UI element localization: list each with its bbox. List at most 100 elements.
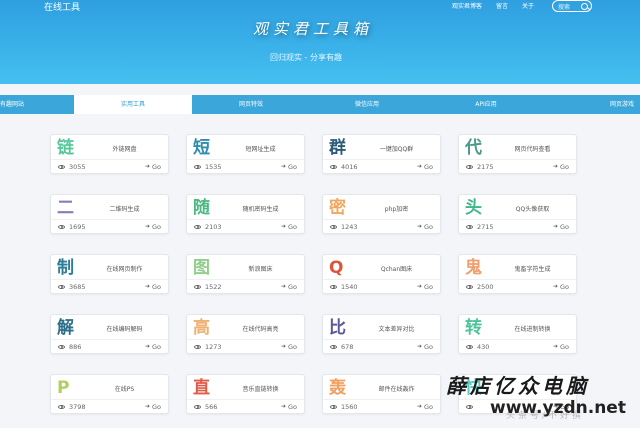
go-button[interactable]: ➜ Go xyxy=(553,163,569,171)
go-button[interactable]: ➜ Go xyxy=(417,283,433,291)
tool-card[interactable]: 头 QQ头像获取 2715 ➜ Go xyxy=(458,194,577,234)
tool-glyph: 二 xyxy=(57,198,74,218)
go-button[interactable]: ➜ Go xyxy=(145,403,161,411)
tool-name[interactable]: 短网址生成 xyxy=(221,144,300,153)
tool-name[interactable]: 在线进制转换 xyxy=(493,324,572,333)
nav-about-link[interactable]: 关于 xyxy=(522,1,534,10)
tool-card[interactable]: 比 文本差异对比 678 ➜ Go xyxy=(322,314,441,354)
tool-card-footer: 1560 ➜ Go xyxy=(323,399,440,413)
view-count: 430 xyxy=(477,342,490,351)
go-label: Go xyxy=(287,162,297,171)
tool-card[interactable]: 鬼 鬼畜字符生成 2500 ➜ Go xyxy=(458,254,577,294)
tool-name[interactable]: php加密 xyxy=(357,204,436,213)
go-button[interactable]: ➜ Go xyxy=(281,283,297,291)
tool-name[interactable]: 文本差异对比 xyxy=(357,324,436,333)
tool-card[interactable]: 轰邮件在线轰炸 1560 ➜ Go xyxy=(322,374,441,414)
tab-wechat-apps[interactable]: 微信应用 xyxy=(310,95,424,114)
site-name[interactable]: 在线工具 xyxy=(44,0,80,13)
tool-glyph: 代 xyxy=(465,138,482,158)
tool-card[interactable]: 随 随机密码生成 2103 ➜ Go xyxy=(186,194,305,234)
go-button[interactable]: ➜ Go xyxy=(553,223,569,231)
eye-icon xyxy=(466,164,473,169)
tool-card[interactable]: 短 短网址生成 1535 ➜ Go xyxy=(186,134,305,174)
search-placeholder: 搜索 xyxy=(558,3,571,11)
go-button[interactable]: ➜ Go xyxy=(145,163,161,171)
go-button[interactable]: ➜ Go xyxy=(145,343,161,351)
enter-icon: ➜ xyxy=(552,283,558,290)
tab-web-games[interactable]: 网页游戏 xyxy=(548,95,640,114)
eye-icon xyxy=(58,344,65,349)
enter-icon: ➜ xyxy=(144,343,150,350)
tool-name[interactable]: 新浪图床 xyxy=(221,264,300,273)
tab-web-effects[interactable]: 网页特效 xyxy=(192,95,310,114)
tool-name[interactable]: 邮件在线轰炸 xyxy=(357,384,436,393)
search-input[interactable]: 搜索 xyxy=(552,0,592,12)
tool-name[interactable]: 随机密码生成 xyxy=(221,204,300,213)
tool-card[interactable]: 代 网页代码查看 2175 ➜ Go xyxy=(458,134,577,174)
tool-card[interactable]: 高 在线代码高亮 1273 ➜ Go xyxy=(186,314,305,354)
tool-card[interactable]: 制 在线网页制作 3685 ➜ Go xyxy=(50,254,169,294)
tool-card[interactable]: 二 二维码生成 1695 ➜ Go xyxy=(50,194,169,234)
enter-icon: ➜ xyxy=(144,403,150,410)
tool-card[interactable]: 解 在线编码解码 886 ➜ Go xyxy=(50,314,169,354)
view-count: 1540 xyxy=(341,282,358,291)
tool-card[interactable]: 群 一键加QQ群 4016 ➜ Go xyxy=(322,134,441,174)
tab-utility-tools[interactable]: 实用工具 xyxy=(74,95,192,114)
go-button[interactable]: ➜ Go xyxy=(281,403,297,411)
enter-icon: ➜ xyxy=(416,223,422,230)
go-button[interactable]: ➜ Go xyxy=(417,343,433,351)
tool-card-footer: 886 ➜ Go xyxy=(51,339,168,353)
view-count: 1560 xyxy=(341,402,358,411)
tool-name[interactable]: 在线代码高亮 xyxy=(221,324,300,333)
view-count: 2500 xyxy=(477,282,494,291)
view-count: 4016 xyxy=(341,162,358,171)
go-button[interactable]: ➜ Go xyxy=(417,163,433,171)
go-label: Go xyxy=(559,162,569,171)
enter-icon: ➜ xyxy=(280,283,286,290)
go-button[interactable]: ➜ Go xyxy=(281,343,297,351)
enter-icon: ➜ xyxy=(144,283,150,290)
tool-card-footer: 2715 ➜ Go xyxy=(459,219,576,233)
tool-card[interactable]: Q Qchan图床 1540 ➜ Go xyxy=(322,254,441,294)
tool-name[interactable]: 网页代码查看 xyxy=(493,144,572,153)
nav-blog-link[interactable]: 观实君博客 xyxy=(452,1,482,10)
tool-glyph: Q xyxy=(329,258,344,278)
go-button[interactable]: ➜ Go xyxy=(417,223,433,231)
tool-name[interactable]: QQ头像获取 xyxy=(493,204,572,213)
tool-name[interactable]: 在线PS xyxy=(85,384,164,393)
tool-card-footer: 1522 ➜ Go xyxy=(187,279,304,293)
tool-name[interactable]: Qchan图床 xyxy=(357,264,436,273)
tool-name[interactable]: 一键加QQ群 xyxy=(357,144,436,153)
tool-card[interactable]: 直 音乐直链转换 566 ➜ Go xyxy=(186,374,305,414)
tool-card[interactable]: 转 在线进制转换 430 ➜ Go xyxy=(458,314,577,354)
tool-name[interactable]: 音乐直链转换 xyxy=(221,384,300,393)
search-icon[interactable] xyxy=(581,2,588,10)
go-button[interactable]: ➜ Go xyxy=(553,343,569,351)
tool-card[interactable]: 图 新浪图床 1522 ➜ Go xyxy=(186,254,305,294)
go-label: Go xyxy=(559,222,569,231)
tab-api-apps[interactable]: API应用 xyxy=(424,95,548,114)
tool-glyph: 图 xyxy=(193,258,210,278)
tool-name[interactable]: 在线网页制作 xyxy=(85,264,164,273)
tool-glyph: 直 xyxy=(193,378,210,398)
tool-name[interactable]: 鬼畜字符生成 xyxy=(493,264,572,273)
tool-name[interactable]: 外链网盘 xyxy=(85,144,164,153)
nav-guestbook-link[interactable]: 留言 xyxy=(496,1,508,10)
view-count: 1535 xyxy=(205,162,222,171)
eye-icon xyxy=(194,224,201,229)
go-button[interactable]: ➜ Go xyxy=(145,283,161,291)
tool-glyph: 密 xyxy=(329,198,346,218)
go-button[interactable]: ➜ Go xyxy=(281,223,297,231)
eye-icon xyxy=(58,284,65,289)
tool-card[interactable]: 密 php加密 1243 ➜ Go xyxy=(322,194,441,234)
tool-card[interactable]: 链 外链网盘 3055 ➜ Go xyxy=(50,134,169,174)
tool-name[interactable]: 二维码生成 xyxy=(85,204,164,213)
tab-fun-sites[interactable]: 有趣网站 xyxy=(0,95,74,114)
go-button[interactable]: ➜ Go xyxy=(145,223,161,231)
go-button[interactable]: ➜ Go xyxy=(281,163,297,171)
tool-name[interactable]: 在线编码解码 xyxy=(85,324,164,333)
tool-card[interactable]: P 在线PS 3798 ➜ Go xyxy=(50,374,169,414)
go-label: Go xyxy=(423,162,433,171)
go-button[interactable]: ➜ Go xyxy=(553,283,569,291)
view-count: 2103 xyxy=(205,222,222,231)
